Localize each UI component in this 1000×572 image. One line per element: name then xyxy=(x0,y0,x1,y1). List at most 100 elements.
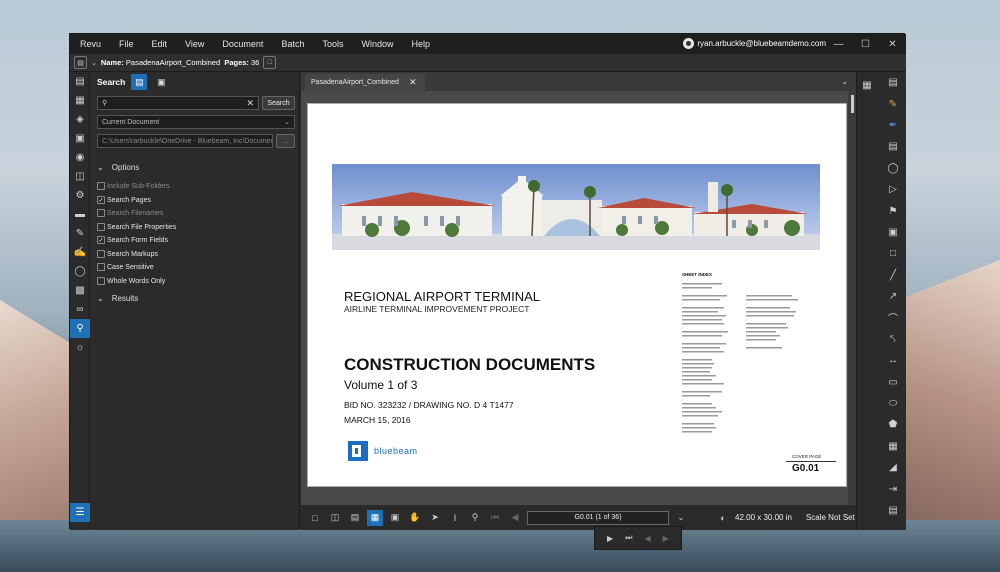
select-text-icon[interactable]: I xyxy=(447,510,463,526)
pen-icon[interactable]: ✒ xyxy=(879,115,907,136)
scale-status[interactable]: Scale Not Set xyxy=(806,513,855,522)
properties-icon[interactable]: ⚙ xyxy=(70,186,90,205)
contrast-icon[interactable]: ◐ xyxy=(715,510,731,526)
menu-help[interactable]: Help xyxy=(402,39,439,49)
search-button[interactable]: Search xyxy=(262,96,295,110)
links-icon[interactable]: ◯ xyxy=(70,262,90,281)
scrollbar-thumb[interactable] xyxy=(851,95,854,113)
menu-window[interactable]: Window xyxy=(352,39,402,49)
file-access-icon[interactable]: ▩ xyxy=(70,281,90,300)
measurements-icon[interactable]: ▬ xyxy=(70,205,90,224)
option-search-form-fields[interactable]: ✓ Search Form Fields xyxy=(97,236,168,244)
menu-tools[interactable]: Tools xyxy=(313,39,352,49)
option-search-pages[interactable]: ✓ Search Pages xyxy=(97,196,151,204)
text-box-icon[interactable]: ▤ xyxy=(879,72,907,93)
split-vertical-icon[interactable]: ◫ xyxy=(327,510,343,526)
checkbox[interactable] xyxy=(97,209,105,217)
pan-hand-icon[interactable]: ✋ xyxy=(407,510,423,526)
maximize-icon[interactable]: ☐ xyxy=(852,34,879,54)
chevron-down-icon[interactable]: ⌄ xyxy=(91,59,97,67)
studio-icon[interactable]: ∞ xyxy=(70,300,90,319)
checkbox[interactable] xyxy=(97,263,105,271)
markups-list-icon[interactable]: ☰ xyxy=(70,503,90,522)
image-icon[interactable]: ▣ xyxy=(879,222,907,243)
signatures-icon[interactable]: ✍ xyxy=(70,243,90,262)
thumbnails-icon[interactable]: ▤ xyxy=(70,72,90,91)
tab-document[interactable]: PasadenaAirport_Combined ✕ xyxy=(305,74,425,91)
page-number-field[interactable]: G0.01 (1 of 36) xyxy=(527,510,669,525)
back-icon[interactable]: ◀ xyxy=(645,534,651,543)
fit-page-icon[interactable]: ▦ xyxy=(367,509,383,526)
toolchest-icon[interactable]: ▣ xyxy=(70,129,90,148)
forward-icon[interactable]: ▶ xyxy=(663,534,669,543)
bookmarks-icon[interactable]: ▦ xyxy=(70,91,90,110)
checkbox[interactable] xyxy=(97,223,105,231)
tab-list-chevron-icon[interactable]: ⌄ xyxy=(841,77,848,86)
checkbox[interactable] xyxy=(97,182,105,190)
minimize-icon[interactable]: — xyxy=(825,34,852,54)
checkbox-checked[interactable]: ✓ xyxy=(97,196,105,204)
text-search-icon[interactable]: ▤ xyxy=(131,74,148,90)
circle-icon[interactable]: ◯ xyxy=(879,158,907,179)
snapshot-icon[interactable]: ▣ xyxy=(387,510,403,526)
browse-button[interactable]: ... xyxy=(276,134,295,148)
stamp-icon[interactable]: ⚑ xyxy=(879,200,907,221)
ellipse-icon[interactable]: ⬭ xyxy=(879,393,907,414)
options-section[interactable]: ⌄ Options xyxy=(97,163,139,172)
forms-icon[interactable]: ✎ xyxy=(70,224,90,243)
menu-file[interactable]: File xyxy=(110,39,143,49)
page-dropdown-chevron-icon[interactable]: ⌄ xyxy=(673,510,689,526)
menu-batch[interactable]: Batch xyxy=(272,39,313,49)
close-window-icon[interactable]: ✕ xyxy=(879,34,906,54)
next-icon[interactable]: ⏭ xyxy=(625,533,632,543)
perimeter-icon[interactable]: ◢ xyxy=(879,457,907,478)
spaces-icon[interactable]: ◫ xyxy=(70,167,90,186)
option-case-sensitive[interactable]: Case Sensitive xyxy=(97,263,154,271)
visual-search-icon[interactable]: ▣ xyxy=(153,74,169,90)
menu-revu[interactable]: Revu xyxy=(70,39,110,49)
menu-view[interactable]: View xyxy=(176,39,213,49)
results-section[interactable]: ⌄ Results xyxy=(97,294,138,303)
file-menu-icon[interactable]: ▤ xyxy=(74,56,87,69)
split-horizontal-icon[interactable]: ▤ xyxy=(347,510,363,526)
polygon-icon[interactable]: ⬟ xyxy=(879,414,907,435)
highlight-icon[interactable]: ✎ xyxy=(879,93,907,114)
checkbox-checked[interactable]: ✓ xyxy=(97,236,105,244)
menu-document[interactable]: Document xyxy=(213,39,272,49)
clear-icon[interactable]: ✕ xyxy=(246,98,254,109)
vertical-scrollbar[interactable] xyxy=(848,91,856,505)
first-page-icon[interactable]: ⏮ xyxy=(487,510,503,526)
single-page-icon[interactable]: □ xyxy=(307,510,323,526)
line-icon[interactable]: ╱ xyxy=(879,265,907,286)
option-include-subfolders[interactable]: Include Sub-Folders xyxy=(97,182,170,190)
document-properties-icon[interactable]: □ xyxy=(263,56,277,69)
search-panel-icon[interactable]: ⚲ xyxy=(70,319,90,338)
layers-icon[interactable]: ◈ xyxy=(70,110,90,129)
arc-icon[interactable]: ⌒ xyxy=(879,307,907,328)
callout-icon[interactable]: ▤ xyxy=(879,136,907,157)
area-measure-icon[interactable]: ▦ xyxy=(879,436,907,457)
checkbox[interactable] xyxy=(97,250,105,258)
scope-select[interactable]: Current Document ⌄ xyxy=(97,115,295,129)
option-whole-words-only[interactable]: Whole Words Only xyxy=(97,277,165,285)
checkbox[interactable] xyxy=(97,277,105,285)
previous-page-icon[interactable]: ◀ xyxy=(507,510,523,526)
dimension-icon[interactable]: ↔ xyxy=(879,350,907,371)
close-tab-icon[interactable]: ✕ xyxy=(409,77,417,88)
search-input[interactable]: ⚲ ✕ xyxy=(97,96,259,110)
polyline-icon[interactable]: ⤣ xyxy=(879,329,907,350)
grid-view-icon[interactable]: ▦ xyxy=(857,76,877,95)
option-search-file-properties[interactable]: Search File Properties xyxy=(97,223,176,231)
arrow-callout-icon[interactable]: ▷ xyxy=(879,179,907,200)
folder-path-field[interactable]: C:\Users\rarbuckle\OneDrive - Bluebeam, … xyxy=(97,134,273,148)
hatch-icon[interactable]: ▤ xyxy=(879,500,907,521)
places-icon[interactable]: ◉ xyxy=(70,148,90,167)
sessions-icon[interactable]: ☼ xyxy=(70,338,90,357)
document-viewport[interactable]: REGIONAL AIRPORT TERMINAL AIRLINE TERMIN… xyxy=(301,91,856,505)
rectangle-icon[interactable]: ▭ xyxy=(879,371,907,392)
cloud-selection-icon[interactable]: □ xyxy=(879,243,907,264)
play-icon[interactable]: ▶ xyxy=(607,534,613,543)
length-measure-icon[interactable]: ⇥ xyxy=(879,478,907,499)
select-pointer-icon[interactable]: ➤ xyxy=(427,510,443,526)
drawing-page[interactable]: REGIONAL AIRPORT TERMINAL AIRLINE TERMIN… xyxy=(307,103,847,487)
